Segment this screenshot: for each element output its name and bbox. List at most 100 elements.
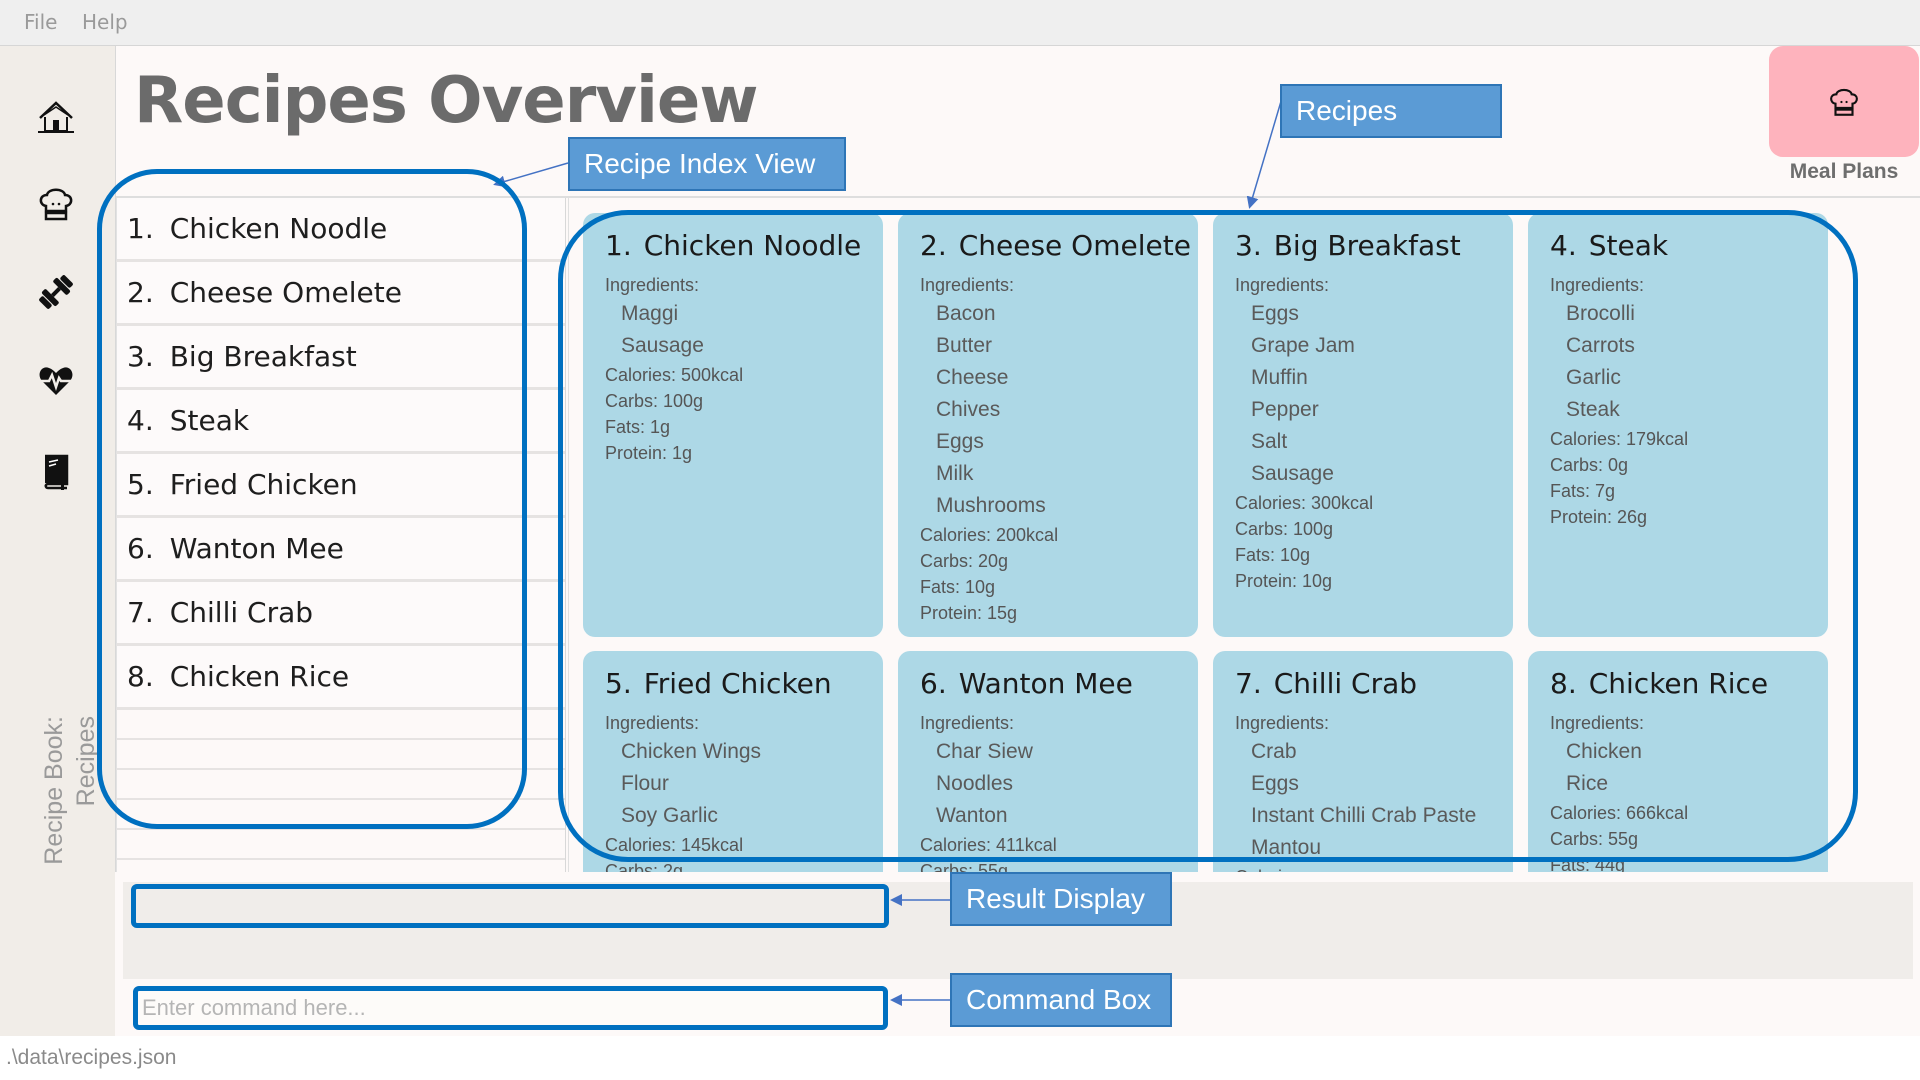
dumbbell-icon[interactable]: [34, 270, 78, 314]
command-input[interactable]: [133, 986, 888, 1030]
annotation-recipes: Recipes: [1280, 84, 1502, 138]
ingredient-item: Flour: [621, 772, 669, 795]
nutrition-stat: Calories: 666kcal: [1550, 803, 1689, 823]
empty-list-row: [116, 860, 565, 872]
ingredient-item: Sausage: [1251, 462, 1334, 485]
annotation-command-box: Command Box: [950, 973, 1172, 1027]
recipe-index-item[interactable]: 4. Steak: [116, 390, 565, 454]
nutrition-stat: Calories: 145kcal: [605, 835, 744, 855]
recipe-card[interactable]: 7. Chilli Crab Ingredients: Crab Eggs Instant…: [1213, 651, 1513, 872]
ingredient-item: Muffin: [1251, 366, 1308, 389]
ingredient-item: Eggs: [1251, 302, 1299, 325]
book-icon[interactable]: [34, 450, 78, 494]
data-file-path: .\data\recipes.json: [6, 1046, 177, 1069]
recipe-index-number: 2.: [127, 276, 154, 309]
recipe-card-number: 2.: [920, 229, 947, 262]
ingredient-item: Mushrooms: [936, 494, 1046, 517]
recipe-index-name: Wanton Mee: [169, 532, 344, 565]
ingredient-item: Milk: [936, 462, 974, 485]
ingredient-item: Chives: [936, 398, 1001, 421]
empty-list-row: [116, 830, 565, 860]
recipe-index-item[interactable]: 7. Chilli Crab: [116, 582, 565, 646]
recipe-card-title: 5. Fried Chicken: [605, 667, 861, 700]
recipe-card-title: 6. Wanton Mee: [920, 667, 1176, 700]
recipe-card-number: 5.: [605, 667, 632, 700]
chef-hat-icon: [1830, 88, 1858, 116]
menu-help[interactable]: Help: [82, 10, 128, 34]
recipe-card-number: 7.: [1235, 667, 1262, 700]
recipe-index-number: 4.: [127, 404, 154, 437]
recipe-card-number: 3.: [1235, 229, 1262, 262]
home-icon[interactable]: [34, 96, 78, 140]
recipe-index-name: Chicken Noodle: [169, 212, 388, 245]
ingredient-item: Bacon: [936, 302, 996, 325]
chef-hat-icon[interactable]: [34, 182, 78, 226]
ingredient-item: Garlic: [1566, 366, 1621, 389]
nutrition-stat: Carbs: 100g: [605, 391, 704, 411]
ingredient-item: Wanton: [936, 804, 1008, 827]
ingredient-item: Cheese: [936, 366, 1009, 389]
meal-plans-button[interactable]: [1769, 46, 1919, 157]
recipe-index-item[interactable]: 2. Cheese Omelete: [116, 262, 565, 326]
ingredient-item: Crab: [1251, 740, 1297, 763]
recipe-index-number: 6.: [127, 532, 154, 565]
recipe-card-name: Cheese Omelete: [958, 229, 1191, 262]
recipe-index-item[interactable]: 8. Chicken Rice: [116, 646, 565, 710]
nutrition-stat: Carbs: 100g: [1235, 519, 1334, 539]
ingredient-item: Eggs: [936, 430, 984, 453]
nutrition-stat: Fats: 1g: [605, 417, 671, 437]
ingredient-item: Soy Garlic: [621, 804, 718, 827]
recipe-card-name: Wanton Mee: [958, 667, 1133, 700]
recipe-card[interactable]: 6. Wanton Mee Ingredients: Char Siew Noodles…: [898, 651, 1198, 872]
nutrition-stat: Fats: 7g: [1550, 481, 1616, 501]
ingredient-item: Maggi: [621, 302, 679, 325]
recipe-index-list[interactable]: 1. Chicken Noodle 2. Cheese Omelete 3. Big Br…: [116, 198, 566, 872]
nutrition-stat: Calories: 200kcal: [920, 525, 1059, 545]
ingredient-item: Grape Jam: [1251, 334, 1355, 357]
recipe-index-name: Big Breakfast: [169, 340, 357, 373]
nutrition-stat: Carbs: 20g: [920, 551, 1009, 571]
recipe-card[interactable]: 2. Cheese Omelete Ingredients: Bacon Butter C…: [898, 213, 1198, 637]
recipe-card[interactable]: 4. Steak Ingredients: Brocolli Carrots Garlic…: [1528, 213, 1828, 637]
recipe-card-title: 3. Big Breakfast: [1235, 229, 1491, 262]
recipe-index-name: Cheese Omelete: [169, 276, 402, 309]
ingredient-item: Salt: [1251, 430, 1288, 453]
recipe-card-number: 6.: [920, 667, 947, 700]
sidebar-label-line1: Recipe Book:: [40, 716, 68, 865]
ingredients-label: Ingredients:: [1550, 275, 1645, 295]
sidebar: Recipe Book: Recipes: [0, 46, 115, 1036]
nutrition-stat: Carbs: 0g: [1550, 455, 1629, 475]
nutrition-stat: Calories: ...: [1235, 864, 1491, 872]
ingredients-label: Ingredients:: [1235, 275, 1330, 295]
recipe-card[interactable]: 5. Fried Chicken Ingredients: Chicken Wings…: [583, 651, 883, 872]
recipe-index-item[interactable]: 1. Chicken Noodle: [116, 198, 565, 262]
recipe-card[interactable]: 3. Big Breakfast Ingredients: Eggs Grape Jam…: [1213, 213, 1513, 637]
nutrition-stat: Calories: 179kcal: [1550, 429, 1689, 449]
nutrition-stat: Carbs: 55g: [920, 861, 1009, 872]
sidebar-view-label: Recipe Book: Recipes: [38, 716, 102, 906]
recipe-card[interactable]: 1. Chicken Noodle Ingredients: Maggi Sausage…: [583, 213, 883, 637]
sidebar-label-line2: Recipes: [72, 716, 100, 807]
recipe-index-number: 1.: [127, 212, 154, 245]
annotation-recipe-index-view: Recipe Index View: [568, 137, 846, 191]
ingredient-item: Mantou: [1251, 836, 1322, 859]
recipe-card[interactable]: 8. Chicken Rice Ingredients: Chicken Rice Cal…: [1528, 651, 1828, 872]
menu-file[interactable]: File: [24, 10, 57, 34]
nutrition-stat: Protein: 10g: [1235, 571, 1333, 591]
recipe-cards-area[interactable]: 1. Chicken Noodle Ingredients: Maggi Sausage…: [568, 198, 1920, 872]
ingredient-item: Chicken: [1566, 740, 1642, 763]
heartbeat-icon[interactable]: [34, 359, 78, 403]
recipe-card-name: Chilli Crab: [1273, 667, 1418, 700]
ingredients-label: Ingredients:: [1235, 713, 1330, 733]
recipe-card-title: 2. Cheese Omelete: [920, 229, 1191, 262]
recipe-index-item[interactable]: 5. Fried Chicken: [116, 454, 565, 518]
ingredients-label: Ingredients:: [920, 713, 1015, 733]
ingredient-item: Butter: [936, 334, 993, 357]
recipe-index-item[interactable]: 3. Big Breakfast: [116, 326, 565, 390]
recipe-index-name: Fried Chicken: [169, 468, 358, 501]
recipe-index-item[interactable]: 6. Wanton Mee: [116, 518, 565, 582]
recipe-card-name: Fried Chicken: [643, 667, 832, 700]
recipe-index-number: 5.: [127, 468, 154, 501]
nutrition-stat: Calories: 411kcal: [920, 835, 1057, 855]
ingredient-item: Instant Chilli Crab Paste: [1251, 804, 1477, 827]
